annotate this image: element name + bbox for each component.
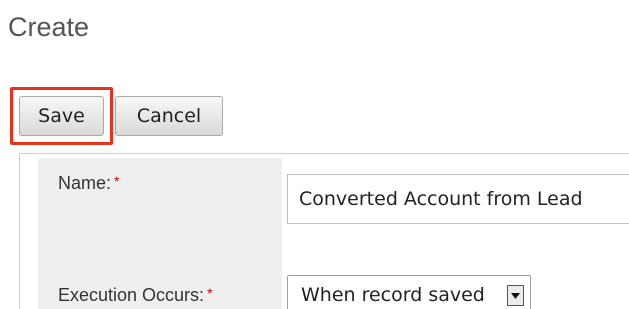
save-button-highlight: [10, 87, 113, 145]
execution-required-marker: *: [207, 285, 213, 301]
name-input[interactable]: Converted Account from Lead: [287, 174, 629, 224]
name-required-marker: *: [114, 173, 120, 189]
execution-field-label: Execution Occurs: *: [58, 285, 213, 306]
page-title: Create: [8, 12, 90, 42]
cancel-button[interactable]: Cancel: [115, 96, 223, 136]
name-field-label: Name: *: [58, 173, 119, 194]
name-label-text: Name:: [58, 173, 112, 193]
execution-select[interactable]: When record saved: [287, 275, 531, 309]
execution-selected-value: When record saved: [301, 284, 485, 306]
create-page: Create Save Cancel Name: * Converted Acco…: [0, 0, 629, 309]
chevron-down-icon[interactable]: [507, 285, 524, 306]
execution-label-text: Execution Occurs:: [58, 285, 205, 305]
